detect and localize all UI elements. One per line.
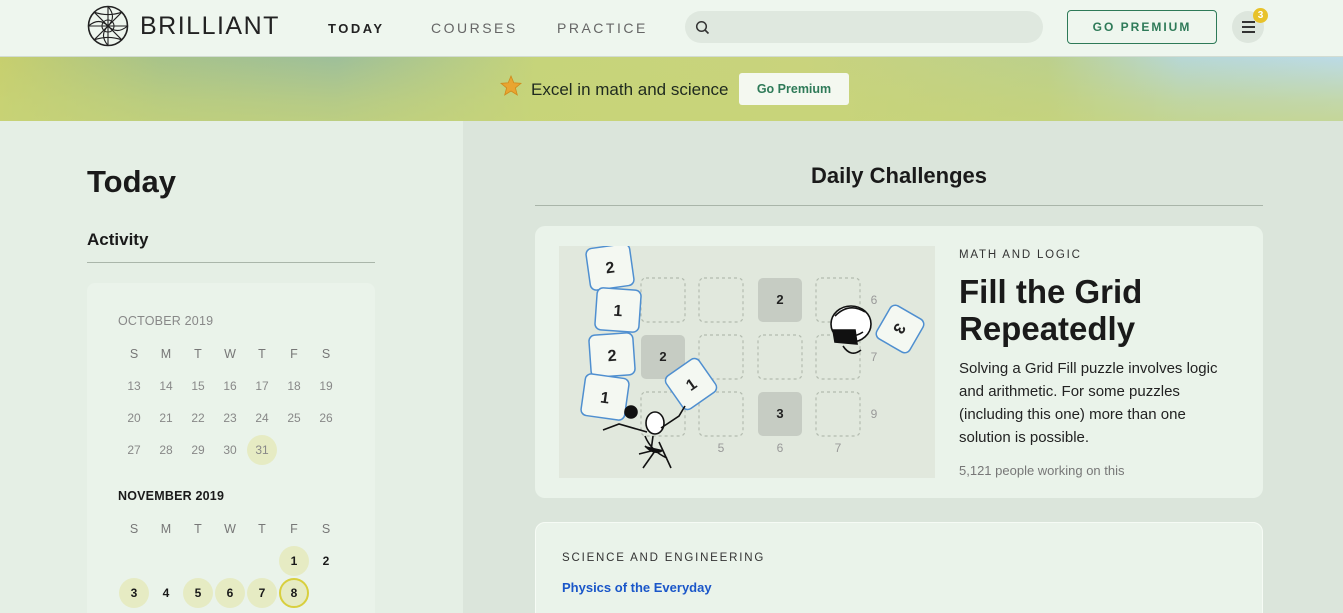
calendar-day[interactable]: 3: [119, 578, 149, 608]
grid-value: 2: [776, 292, 783, 307]
calendar-day[interactable]: 31: [247, 435, 277, 465]
side-number: 9: [871, 407, 878, 421]
nav-courses[interactable]: COURSES: [431, 20, 518, 36]
premium-banner: Excel in math and science Go Premium: [0, 57, 1343, 121]
weekday-label: W: [224, 522, 236, 536]
calendar-day[interactable]: 30: [215, 435, 245, 465]
challenge-category: SCIENCE AND ENGINEERING: [562, 552, 766, 564]
challenge-card-fill-the-grid[interactable]: 2 2 3 6 7 9 5 6 7 2 1 2 1 1 3 MATH AND L…: [535, 226, 1263, 498]
weekday-label: F: [290, 347, 298, 361]
weekday-label: W: [224, 347, 236, 361]
calendar-day[interactable]: 20: [119, 403, 149, 433]
weekday-label: T: [258, 522, 266, 536]
calendar-day[interactable]: 19: [311, 371, 341, 401]
challenge-card-physics[interactable]: SCIENCE AND ENGINEERING Physics of the E…: [535, 522, 1263, 613]
calendar-day[interactable]: 15: [183, 371, 213, 401]
side-number: 6: [871, 293, 878, 307]
hamburger-icon: [1242, 21, 1255, 33]
side-number: 7: [871, 350, 878, 364]
weekday-label: S: [321, 522, 331, 536]
grid-puzzle-illustration: 2 2 3 6 7 9 5 6 7 2 1 2 1 1 3: [580, 246, 925, 469]
calendar-day[interactable]: 22: [183, 403, 213, 433]
divider: [87, 262, 375, 263]
calendar-day[interactable]: 14: [151, 371, 181, 401]
cartoon-character-right: [830, 305, 872, 354]
calendar-day[interactable]: 27: [119, 435, 149, 465]
bottom-number: 6: [777, 441, 784, 455]
daily-challenges-heading: Daily Challenges: [810, 163, 988, 188]
weekday-label: S: [321, 347, 331, 361]
calendar-day[interactable]: 28: [151, 435, 181, 465]
challenge-category: MATH AND LOGIC: [959, 249, 1082, 261]
divider: [535, 205, 1263, 206]
top-navigation-bar: BRILLIANT TODAY COURSES PRACTICE GO PREM…: [0, 0, 1343, 57]
challenge-illustration: 2 2 3 6 7 9 5 6 7 2 1 2 1 1 3: [559, 246, 935, 478]
calendar-day[interactable]: 2: [311, 546, 341, 576]
activity-calendar: OCTOBER 2019 NOVEMBER 2019 S S M M T T W W T T F F S…: [87, 283, 375, 613]
grid-value: 2: [659, 349, 666, 364]
search-input[interactable]: [717, 11, 1032, 43]
weekday-label: T: [194, 522, 202, 536]
search-bar: [685, 11, 1043, 43]
calendar-day[interactable]: 29: [183, 435, 213, 465]
calendar-day[interactable]: 17: [247, 371, 277, 401]
challenge-title[interactable]: Fill the Grid Repeatedly: [959, 273, 1249, 347]
brilliant-logo-icon: [87, 5, 129, 47]
calendar-day[interactable]: 7: [247, 578, 277, 608]
calendar-day[interactable]: 6: [215, 578, 245, 608]
calendar-day[interactable]: 1: [279, 546, 309, 576]
weekday-label: T: [194, 347, 202, 361]
banner-go-premium-button[interactable]: Go Premium: [739, 73, 849, 105]
bottom-number: 5: [718, 441, 725, 455]
brand-name: BRILLIANT: [140, 11, 280, 40]
weekday-label: F: [290, 522, 298, 536]
weekday-label: S: [129, 522, 139, 536]
page-title: Today: [87, 164, 176, 199]
calendar-day[interactable]: 25: [279, 403, 309, 433]
month-label-october: OCTOBER 2019: [118, 314, 214, 328]
challenge-description: Solving a Grid Fill puzzle involves logi…: [959, 360, 1218, 446]
nav-practice[interactable]: PRACTICE: [557, 20, 648, 36]
calendar-day[interactable]: 13: [119, 371, 149, 401]
weekday-label: M: [160, 522, 172, 536]
weekday-label: M: [160, 347, 172, 361]
notification-badge: 3: [1253, 8, 1268, 23]
calendar-day[interactable]: 18: [279, 371, 309, 401]
puzzle-tile: 1: [613, 303, 623, 321]
search-icon: [695, 20, 710, 35]
star-icon: [500, 75, 522, 96]
calendar-day[interactable]: 5: [183, 578, 213, 608]
participants-count: 5,121 people working on this: [959, 463, 1125, 478]
month-label-november: NOVEMBER 2019: [118, 489, 225, 503]
weekday-label: S: [129, 347, 139, 361]
weekday-label: T: [258, 347, 266, 361]
calendar-day[interactable]: 26: [311, 403, 341, 433]
go-premium-button[interactable]: GO PREMIUM: [1067, 10, 1217, 44]
puzzle-tile: 2: [607, 348, 617, 366]
calendar-day[interactable]: 4: [151, 578, 181, 608]
bottom-number: 7: [835, 441, 842, 455]
calendar-day[interactable]: 24: [247, 403, 277, 433]
banner-message: Excel in math and science: [531, 80, 729, 99]
calendar-day[interactable]: 8: [279, 578, 309, 608]
calendar-day[interactable]: 16: [215, 371, 245, 401]
nav-today[interactable]: TODAY: [328, 21, 385, 36]
activity-heading: Activity: [87, 230, 149, 249]
calendar-day[interactable]: 23: [215, 403, 245, 433]
brand-logo[interactable]: BRILLIANT: [87, 5, 280, 47]
grid-value: 3: [776, 406, 783, 421]
course-link[interactable]: Physics of the Everyday: [562, 580, 712, 595]
calendar-day[interactable]: 21: [151, 403, 181, 433]
